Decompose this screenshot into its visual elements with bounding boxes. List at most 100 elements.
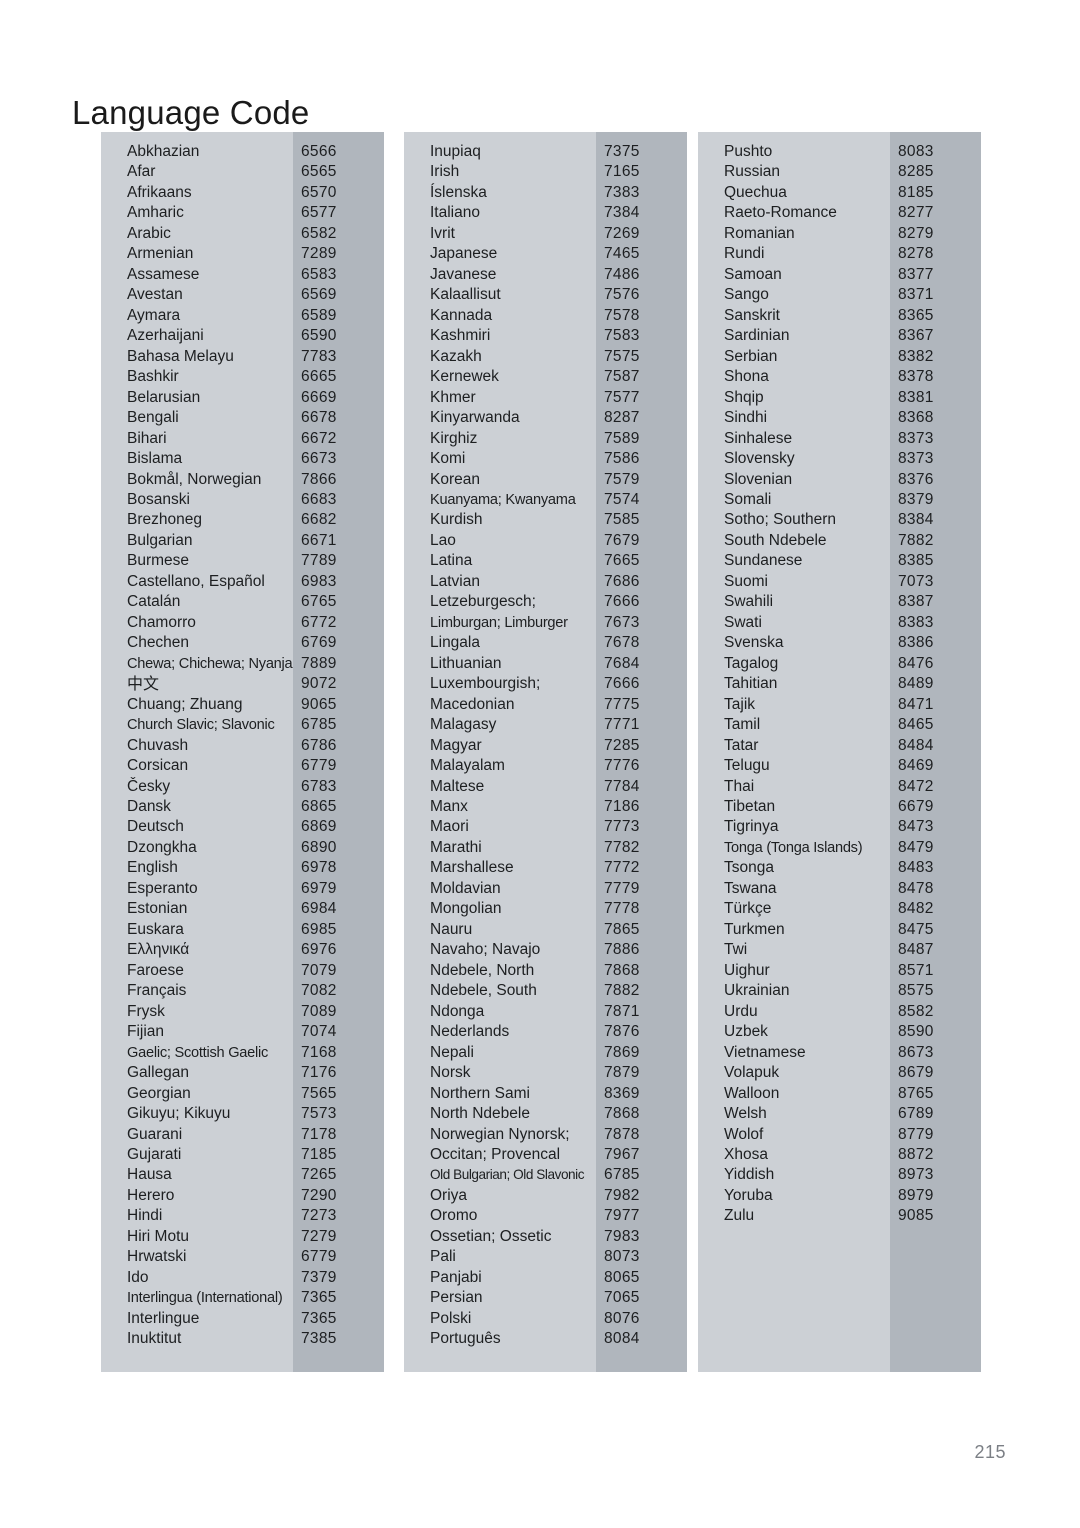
language-code: 6765 (301, 593, 337, 611)
language-name: Castellano, Español (127, 572, 265, 590)
language-code: 7876 (604, 1023, 640, 1041)
language-code: 7879 (604, 1064, 640, 1082)
language-name: Tahitian (724, 675, 778, 693)
language-name: Tigrinya (724, 818, 779, 836)
language-code: 6582 (301, 224, 337, 242)
language-name: Belarusian (127, 388, 201, 406)
language-code: 7666 (604, 675, 640, 693)
language-code: 8575 (898, 982, 934, 1000)
language-code: 7385 (301, 1330, 337, 1348)
language-code: 8084 (604, 1330, 640, 1348)
language-name: Azerhaijani (127, 327, 204, 345)
page-title: Language Code (72, 94, 310, 132)
language-code: 7773 (604, 818, 640, 836)
language-name: Gaelic; Scottish Gaelic (127, 1044, 269, 1061)
language-name: Nauru (430, 920, 473, 938)
language-code: 8381 (898, 388, 934, 406)
language-name: Norwegian Nynorsk; (430, 1125, 570, 1143)
language-name: Guarani (127, 1125, 183, 1143)
language-name: Uzbek (724, 1023, 768, 1041)
language-code: 7889 (301, 654, 337, 672)
language-name: Ελληνικά (127, 941, 190, 959)
language-name: Twi (724, 941, 748, 959)
language-name: Kazakh (430, 347, 482, 365)
language-name: Moldavian (430, 879, 501, 897)
language-code: 7784 (604, 777, 640, 795)
language-code: 7865 (604, 920, 640, 938)
language-name: Kernewek (430, 368, 499, 386)
language-name: Kannada (430, 306, 493, 324)
language-code: 7778 (604, 900, 640, 918)
language-code-column: 6566 6565 6570 6577 6582 7289 6583 6569 6589 6590… (293, 132, 384, 1372)
language-name: Afar (127, 163, 156, 181)
language-name: Tagalog (724, 654, 779, 672)
language-name: Mongolian (430, 900, 502, 918)
language-code: 8484 (898, 736, 934, 754)
language-name: Thai (724, 777, 755, 795)
language-name: Arabic (127, 224, 171, 242)
language-code: 7587 (604, 368, 640, 386)
language-code: 7779 (604, 879, 640, 897)
language-code: 8872 (898, 1145, 934, 1163)
language-name: Français (127, 982, 187, 1000)
language-name: Suomi (724, 572, 768, 590)
language-code: 7465 (604, 245, 640, 263)
language-code: 8489 (898, 675, 934, 693)
language-code: 6865 (301, 798, 337, 815)
language-code: 8479 (898, 838, 934, 856)
language-code: 8386 (898, 634, 934, 652)
language-code: 8277 (898, 204, 934, 222)
language-code: 7578 (604, 306, 640, 324)
language-name: Chuvash (127, 736, 189, 754)
language-code: 7577 (604, 388, 640, 406)
language-code: 7289 (301, 245, 337, 263)
language-name: Assamese (127, 265, 200, 283)
language-name: Íslenska (430, 183, 487, 201)
language-name: Ukrainian (724, 982, 790, 1000)
language-code: 7882 (604, 982, 640, 1000)
language-code: 8384 (898, 511, 934, 529)
language-name: Türkçe (724, 900, 772, 918)
language-name: Deutsch (127, 818, 184, 836)
language-name: Latina (430, 552, 473, 570)
language-name: Urdu (724, 1002, 758, 1020)
language-code: 8465 (898, 716, 934, 734)
language-name: Estonian (127, 900, 188, 918)
language-name: Gikuyu; Kikuyu (127, 1105, 231, 1123)
language-name: Bosanski (127, 490, 190, 508)
language-name: Pali (430, 1248, 456, 1266)
language-code: 9065 (301, 695, 337, 713)
language-code: 6779 (301, 1248, 337, 1266)
language-name: Japanese (430, 245, 498, 263)
language-code: 8279 (898, 224, 934, 242)
language-name: Navaho; Navajo (430, 941, 541, 959)
language-code: 6671 (301, 531, 337, 549)
language-name: Chewa; Chichewa; Nyanja (127, 655, 293, 672)
language-code: 8377 (898, 265, 934, 283)
language-name: Samoan (724, 265, 782, 283)
language-code: 7383 (604, 183, 640, 201)
language-name: Swahili (724, 593, 774, 611)
language-code: 8367 (898, 327, 934, 345)
language-name: Korean (430, 470, 480, 488)
language-name: Malagasy (430, 716, 497, 734)
language-name: Dansk (127, 798, 171, 815)
language-name: Oriya (430, 1186, 468, 1204)
language-name: Javanese (430, 265, 497, 283)
language-name: Bulgarian (127, 531, 193, 549)
language-code: 6890 (301, 838, 337, 856)
language-name: Persian (430, 1289, 483, 1307)
language-code: 8779 (898, 1125, 934, 1143)
language-code: 6583 (301, 265, 337, 283)
language-name: Malayalam (430, 757, 505, 775)
language-name: Interlingua (International) (127, 1290, 283, 1307)
language-name: Tatar (724, 736, 759, 754)
language-code: 8472 (898, 777, 934, 795)
language-code: 6869 (301, 818, 337, 836)
language-name: Sinhalese (724, 429, 793, 447)
language-code: 7868 (604, 1105, 640, 1123)
language-name: Somali (724, 490, 772, 508)
language-code: 8073 (604, 1248, 640, 1266)
language-code: 7679 (604, 531, 640, 549)
language-code: 6669 (301, 388, 337, 406)
